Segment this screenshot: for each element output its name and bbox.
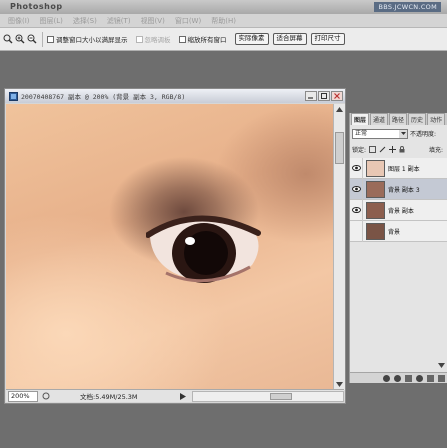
layer-row[interactable]: 背景 副本 3 bbox=[350, 178, 447, 200]
layer-name: 背景 副本 3 bbox=[388, 186, 420, 194]
tab-history[interactable]: 历史 bbox=[408, 113, 427, 125]
menu-item-layer[interactable]: 图层(L) bbox=[40, 16, 63, 26]
document-window: 20070408767 副本 @ 200% (背景 副本 3, RGB/8) 2… bbox=[4, 88, 346, 404]
document-title-bar[interactable]: 20070408767 副本 @ 200% (背景 副本 3, RGB/8) bbox=[5, 89, 345, 103]
eye-icon bbox=[351, 186, 361, 192]
actual-pixels-button[interactable]: 实际像素 bbox=[234, 33, 269, 45]
menu-item-window[interactable]: 窗口(W) bbox=[175, 16, 201, 26]
panel-tabs: 图层 通道 路径 历史 动作 bbox=[350, 113, 447, 125]
eye-image bbox=[146, 215, 261, 283]
maximize-icon bbox=[321, 93, 327, 99]
new-group-icon[interactable] bbox=[427, 374, 434, 382]
blend-mode-select[interactable]: 正常 bbox=[352, 128, 408, 139]
zoom-out-icon[interactable] bbox=[26, 34, 37, 45]
close-icon bbox=[334, 93, 340, 99]
blend-mode-value: 正常 bbox=[355, 129, 368, 137]
lock-position-icon[interactable] bbox=[389, 145, 397, 153]
document-size-info: 文档:5.49M/25.3M bbox=[80, 393, 138, 401]
resize-window-label: 调整窗口大小以满屏显示 bbox=[56, 36, 128, 44]
layer-style-icon[interactable] bbox=[394, 374, 401, 382]
link-layers-icon[interactable] bbox=[383, 374, 390, 382]
options-bar: 调整窗口大小以满屏显示 忽略调板 缩放所有窗口 实际像素 适合屏幕 打印尺寸 bbox=[0, 28, 447, 51]
tab-channels[interactable]: 通道 bbox=[370, 113, 389, 125]
layer-row[interactable]: 背景 副本 bbox=[350, 199, 447, 221]
vertical-scroll-thumb[interactable] bbox=[335, 132, 344, 164]
minimize-icon bbox=[308, 97, 313, 99]
lock-label: 锁定: bbox=[352, 146, 367, 154]
zoom-all-checkbox[interactable] bbox=[178, 35, 186, 43]
maximize-button[interactable] bbox=[318, 91, 330, 101]
status-info-icon[interactable] bbox=[42, 392, 50, 400]
layer-name: 图层 1 副本 bbox=[388, 165, 420, 173]
layer-thumbnail bbox=[366, 222, 385, 240]
photoshop-doc-icon bbox=[9, 91, 18, 101]
lock-transparency-icon[interactable] bbox=[369, 145, 377, 153]
status-menu-arrow-icon[interactable] bbox=[180, 392, 186, 400]
layer-mask-icon[interactable] bbox=[405, 374, 412, 382]
layer-visibility-toggle[interactable] bbox=[350, 220, 363, 242]
adjustment-layer-icon[interactable] bbox=[416, 374, 423, 382]
layer-name: 背景 副本 bbox=[388, 207, 414, 215]
tab-actions[interactable]: 动作 bbox=[427, 113, 446, 125]
resize-window-option[interactable]: 调整窗口大小以满屏显示 bbox=[47, 34, 128, 44]
layer-visibility-toggle[interactable] bbox=[350, 157, 363, 179]
app-title: Photoshop bbox=[10, 2, 63, 11]
lock-row: 锁定: 填充: bbox=[350, 143, 447, 155]
fill-label: 填充: bbox=[428, 146, 443, 154]
horizontal-scrollbar[interactable] bbox=[192, 390, 344, 402]
layers-panel: 图层 通道 路径 历史 动作 正常 不透明度: 锁定: 填充: 图层 1 副本背… bbox=[349, 113, 447, 383]
close-button[interactable] bbox=[331, 91, 343, 101]
menu-item-select[interactable]: 选择(S) bbox=[73, 16, 97, 26]
eye-icon bbox=[351, 165, 361, 171]
horizontal-scroll-thumb[interactable] bbox=[270, 392, 292, 400]
panel-scroll-down-icon[interactable] bbox=[437, 361, 446, 370]
image-canvas[interactable] bbox=[6, 104, 334, 390]
menu-item-filter[interactable]: 滤镜(T) bbox=[107, 16, 131, 26]
zoom-level-field[interactable]: 200% bbox=[8, 390, 38, 402]
layer-visibility-toggle[interactable] bbox=[350, 178, 363, 200]
layer-row[interactable]: 背景 bbox=[350, 220, 447, 242]
vertical-scrollbar[interactable] bbox=[333, 104, 345, 390]
tab-layers[interactable]: 图层 bbox=[351, 113, 370, 125]
zoom-all-option[interactable]: 缩放所有窗口 bbox=[178, 34, 227, 44]
app-title-bar: Photoshop BBS.JCWCN.COM bbox=[0, 0, 447, 14]
scroll-up-icon[interactable] bbox=[334, 104, 345, 115]
menu-item-view[interactable]: 视图(V) bbox=[141, 16, 165, 26]
ignore-palettes-label: 忽略调板 bbox=[144, 36, 171, 44]
menu-item-image[interactable]: 图像(I) bbox=[8, 16, 30, 26]
separator bbox=[42, 31, 43, 47]
layer-visibility-toggle[interactable] bbox=[350, 199, 363, 221]
tab-paths[interactable]: 路径 bbox=[389, 113, 408, 125]
zoom-in-icon[interactable] bbox=[14, 34, 25, 45]
lock-pixels-icon[interactable] bbox=[379, 146, 386, 153]
resize-window-checkbox[interactable] bbox=[47, 35, 54, 43]
layer-name: 背景 bbox=[388, 228, 401, 236]
ignore-palettes-checkbox bbox=[135, 35, 143, 43]
zoom-tool-icon[interactable] bbox=[2, 34, 13, 45]
layer-thumbnail bbox=[366, 159, 385, 177]
document-title: 20070408767 副本 @ 200% (背景 副本 3, RGB/8) bbox=[21, 93, 186, 101]
minimize-button[interactable] bbox=[305, 91, 317, 101]
ignore-palettes-option: 忽略调板 bbox=[135, 34, 171, 44]
layer-list: 图层 1 副本 背景 副本 3 背景 副本背景 bbox=[350, 157, 447, 242]
zoom-all-label: 缩放所有窗口 bbox=[187, 36, 227, 44]
layers-panel-footer bbox=[350, 372, 447, 383]
layer-thumbnail bbox=[366, 201, 385, 219]
watermark: BBS.JCWCN.COM bbox=[374, 2, 441, 12]
layer-thumbnail bbox=[366, 180, 385, 198]
new-layer-icon[interactable] bbox=[438, 374, 445, 382]
status-bar: 200% 文档:5.49M/25.3M bbox=[6, 389, 344, 402]
eye-icon bbox=[351, 207, 361, 213]
layer-row[interactable]: 图层 1 副本 bbox=[350, 157, 447, 179]
lock-all-icon[interactable] bbox=[399, 145, 405, 153]
menu-bar: 图像(I) 图层(L) 选择(S) 滤镜(T) 视图(V) 窗口(W) 帮助(H… bbox=[0, 14, 447, 28]
fit-screen-button[interactable]: 适合屏幕 bbox=[272, 33, 307, 45]
opacity-label: 不透明度: bbox=[410, 131, 437, 138]
print-size-button[interactable]: 打印尺寸 bbox=[310, 33, 345, 45]
menu-item-help[interactable]: 帮助(H) bbox=[211, 16, 236, 26]
blend-row: 正常 不透明度: bbox=[350, 127, 447, 140]
chevron-down-icon bbox=[399, 129, 407, 138]
